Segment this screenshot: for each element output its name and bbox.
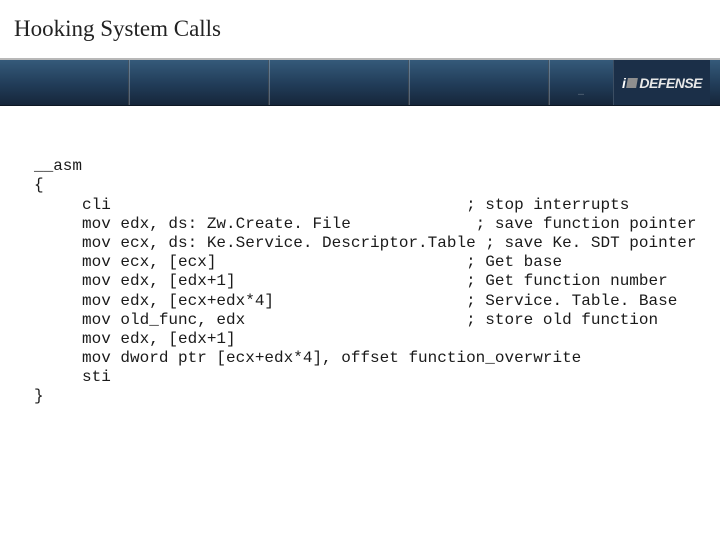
logo-text: i DEFENSE bbox=[622, 75, 702, 91]
logo-icon bbox=[626, 78, 638, 88]
code-line: } bbox=[34, 387, 44, 405]
logo-rest: DEFENSE bbox=[639, 75, 702, 91]
brand-logo: i DEFENSE bbox=[613, 60, 710, 105]
ribbon-separator bbox=[408, 60, 410, 105]
ribbon-label: … bbox=[578, 88, 586, 99]
code-line: mov dword ptr [ecx+edx*4], offset functi… bbox=[34, 349, 581, 367]
code-line: mov edx, [edx+1] bbox=[34, 330, 236, 348]
ribbon-separator bbox=[268, 60, 270, 105]
ribbon-slot: … bbox=[548, 60, 616, 105]
code-line: mov ecx, [ecx] ; Get base bbox=[34, 253, 562, 271]
code-line: mov old_func, edx ; store old function bbox=[34, 311, 658, 329]
code-line: mov edx, ds: Zw.Create. File ; save func… bbox=[34, 215, 697, 233]
code-line: { bbox=[34, 176, 44, 194]
code-line: __asm bbox=[34, 157, 82, 175]
logo-lead: i bbox=[622, 75, 625, 91]
code-line: sti bbox=[34, 368, 111, 386]
code-line: mov edx, [ecx+edx*4] ; Service. Table. B… bbox=[34, 292, 677, 310]
ribbon-separator bbox=[128, 60, 130, 105]
slide: Hooking System Calls … i DEFENSE __asm { … bbox=[0, 0, 720, 540]
title-bar: Hooking System Calls bbox=[0, 0, 720, 58]
code-block: __asm { cli ; stop interrupts mov edx, d… bbox=[0, 106, 720, 426]
header-ribbon: … i DEFENSE bbox=[0, 58, 720, 106]
code-line: cli ; stop interrupts bbox=[34, 196, 629, 214]
code-line: mov ecx, ds: Ke.Service. Descriptor.Tabl… bbox=[34, 234, 697, 252]
code-line: mov edx, [edx+1] ; Get function number bbox=[34, 272, 668, 290]
slide-title: Hooking System Calls bbox=[14, 16, 221, 42]
